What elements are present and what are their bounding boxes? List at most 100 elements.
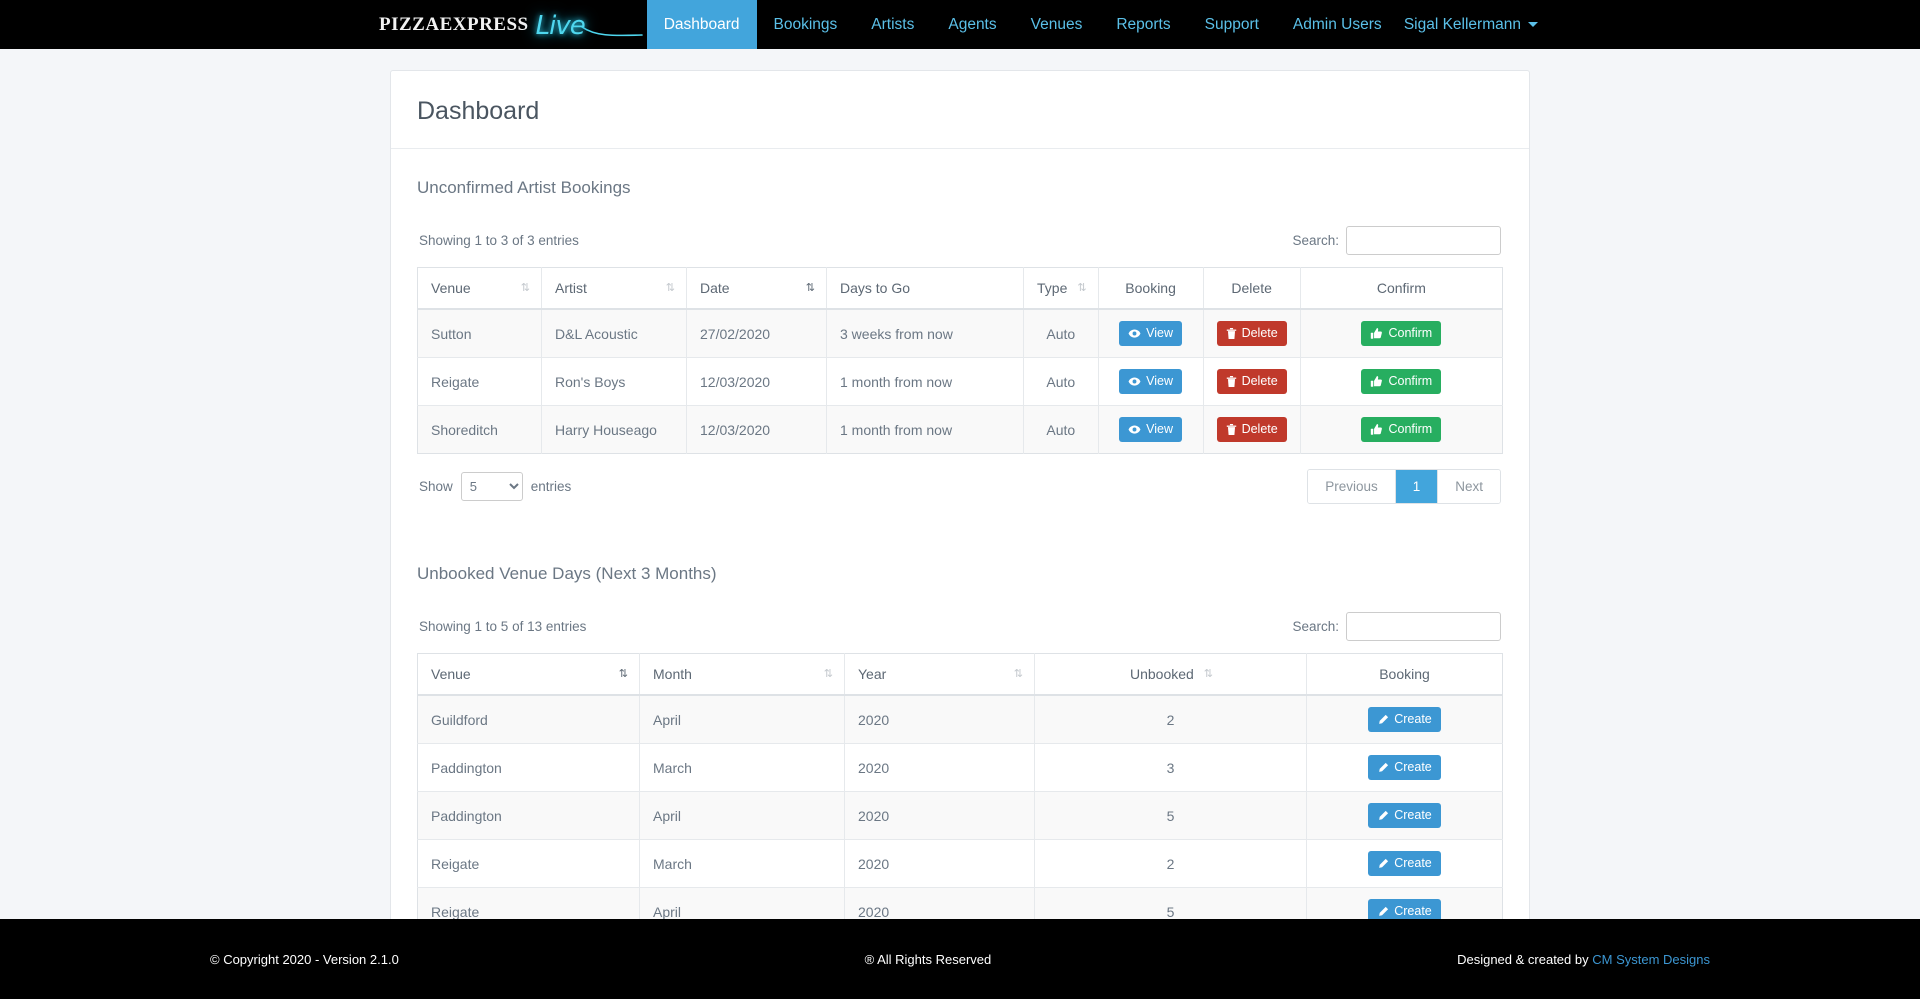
cell-artist: Ron's Boys (541, 357, 687, 406)
footer-credit-prefix: Designed & created by (1457, 951, 1589, 967)
cell-unbooked: 5 (1034, 791, 1307, 840)
sort-icon: ⇅ (1013, 667, 1023, 680)
create-button[interactable]: Create (1368, 707, 1441, 732)
col-header-artist[interactable]: Artist ⇅ (541, 267, 687, 310)
view-button-label: View (1146, 374, 1174, 388)
page-footer: © Copyright 2020 - Version 2.1.0 ® All R… (0, 919, 1920, 999)
unconfirmed-entries-select[interactable]: 5 10 25 50 100 (460, 472, 523, 501)
cell-month: April (639, 694, 845, 744)
brand-logo[interactable]: PIZZAEXPRESS Live (375, 0, 647, 49)
cell-venue: Guildford (417, 694, 640, 744)
col-header-venue-label: Venue (431, 280, 471, 296)
sort-icon-ascending: ⇅ (618, 667, 628, 680)
nav-item-artists[interactable]: Artists (854, 0, 931, 49)
col-header-days-to-go-label: Days to Go (840, 280, 911, 296)
create-button[interactable]: Create (1368, 851, 1441, 876)
nav-item-admin-users[interactable]: Admin Users (1276, 0, 1399, 49)
cell-date: 12/03/2020 (686, 357, 827, 406)
col-header-venue[interactable]: Venue ⇅ (417, 653, 640, 696)
view-button[interactable]: View (1119, 369, 1183, 394)
cell-days-to-go: 1 month from now (826, 357, 1024, 406)
col-header-days-to-go[interactable]: Days to Go (826, 267, 1024, 310)
cell-days-to-go: 1 month from now (826, 405, 1024, 454)
cell-create-action: Create (1306, 743, 1503, 792)
confirm-button-label: Confirm (1388, 326, 1433, 340)
col-header-confirm: Confirm (1300, 267, 1503, 310)
nav-item-support[interactable]: Support (1188, 0, 1276, 49)
confirm-button[interactable]: Confirm (1361, 321, 1442, 346)
thumbs-up-icon (1371, 375, 1383, 387)
delete-button[interactable]: Delete (1216, 369, 1287, 394)
cell-date: 12/03/2020 (686, 405, 827, 454)
eye-icon (1128, 329, 1141, 338)
confirm-button-label: Confirm (1388, 422, 1433, 436)
thumbs-up-icon (1371, 423, 1383, 435)
pagination-next[interactable]: Next (1438, 470, 1500, 503)
user-menu[interactable]: Sigal Kellermann (1404, 16, 1538, 34)
col-header-month[interactable]: Month ⇅ (639, 653, 845, 696)
cell-unbooked: 2 (1034, 694, 1307, 744)
create-button[interactable]: Create (1368, 803, 1441, 828)
unconfirmed-pagination: Previous 1 Next (1307, 469, 1501, 504)
nav-item-dashboard[interactable]: Dashboard (646, 0, 757, 49)
nav-item-bookings[interactable]: Bookings (757, 0, 855, 49)
create-button-label: Create (1394, 760, 1432, 774)
show-label: Show (419, 479, 453, 494)
delete-button-label: Delete (1241, 374, 1278, 388)
brand-swoosh-icon (580, 25, 643, 36)
cell-venue: Reigate (417, 839, 640, 888)
unconfirmed-table-toolbar: Showing 1 to 3 of 3 entries Search: (417, 226, 1503, 255)
nav-item-agents[interactable]: Agents (931, 0, 1013, 49)
col-header-artist-label: Artist (555, 280, 587, 296)
unbooked-entries-info: Showing 1 to 5 of 13 entries (419, 619, 587, 634)
confirm-button-label: Confirm (1388, 374, 1433, 388)
create-button[interactable]: Create (1368, 755, 1441, 780)
confirm-button[interactable]: Confirm (1361, 369, 1442, 394)
table-row: Reigate March 2020 2 Create (417, 839, 1503, 888)
unbooked-search-wrap: Search: (1292, 612, 1501, 641)
col-header-type[interactable]: Type ⇅ (1023, 267, 1099, 310)
view-button[interactable]: View (1119, 417, 1183, 442)
footer-rights: ® All Rights Reserved (864, 951, 992, 967)
col-header-month-label: Month (653, 666, 692, 682)
table-row: Paddington March 2020 3 Create (417, 743, 1503, 792)
unbooked-venue-days-table: Venue ⇅ Month ⇅ Year ⇅ Unbooked ⇅ Bookin… (417, 653, 1503, 936)
designer-link[interactable]: CM System Designs (1592, 952, 1710, 967)
sort-icon: ⇅ (520, 281, 530, 294)
cell-type: Auto (1023, 308, 1099, 358)
cell-year: 2020 (844, 839, 1035, 888)
unconfirmed-table-footer: Show 5 10 25 50 100 entries Previous 1 N… (417, 469, 1503, 504)
navbar-left-spacer (0, 0, 375, 49)
page-body: Unconfirmed Artist Bookings Showing 1 to… (391, 149, 1529, 999)
cell-year: 2020 (844, 694, 1035, 744)
unconfirmed-search-label: Search: (1292, 233, 1339, 248)
confirm-button[interactable]: Confirm (1361, 417, 1442, 442)
col-header-year[interactable]: Year ⇅ (844, 653, 1035, 696)
eye-icon (1128, 377, 1141, 386)
col-header-unbooked[interactable]: Unbooked ⇅ (1034, 653, 1307, 696)
nav-item-venues[interactable]: Venues (1014, 0, 1100, 49)
pagination-page-1[interactable]: 1 (1395, 470, 1439, 503)
view-button[interactable]: View (1119, 321, 1183, 346)
unconfirmed-search-input[interactable] (1346, 226, 1501, 255)
sort-icon: ⇅ (1077, 281, 1086, 294)
unbooked-search-input[interactable] (1346, 612, 1501, 641)
nav-item-reports[interactable]: Reports (1099, 0, 1187, 49)
pagination-previous[interactable]: Previous (1308, 470, 1396, 503)
col-header-unbooked-label: Unbooked (1129, 666, 1194, 682)
sort-icon-ascending: ⇅ (805, 281, 815, 294)
view-button-label: View (1146, 422, 1174, 436)
col-header-booking: Booking (1098, 267, 1204, 310)
col-header-venue[interactable]: Venue ⇅ (417, 267, 542, 310)
trash-icon (1226, 376, 1236, 387)
col-header-venue-label: Venue (431, 666, 471, 682)
delete-button[interactable]: Delete (1216, 321, 1287, 346)
navbar-menu: Dashboard Bookings Artists Agents Venues… (646, 0, 1399, 49)
cell-artist: D&L Acoustic (541, 308, 687, 358)
cell-venue: Paddington (417, 743, 640, 792)
user-menu-label: Sigal Kellermann (1403, 15, 1521, 33)
delete-button[interactable]: Delete (1216, 417, 1287, 442)
chevron-down-icon (1528, 22, 1538, 27)
cell-year: 2020 (844, 791, 1035, 840)
col-header-date[interactable]: Date ⇅ (686, 267, 827, 310)
